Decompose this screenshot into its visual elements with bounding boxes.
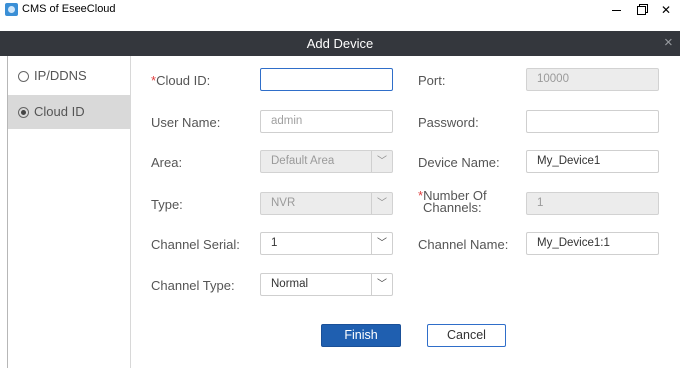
radio-ip-ddns[interactable]	[18, 71, 29, 82]
chevron-down-icon: ﹀	[371, 193, 392, 214]
channel-name-input[interactable]: My_Device1:1	[526, 232, 659, 255]
channel-serial-label: Channel Serial:	[151, 237, 240, 252]
dialog-header: Add Device ×	[0, 31, 680, 56]
channel-type-label: Channel Type:	[151, 278, 235, 293]
area-value: Default Area	[271, 155, 335, 167]
window-title: CMS of EseeCloud	[22, 3, 116, 15]
cloud-id-label: *Cloud ID:	[151, 73, 211, 88]
channel-name-label: Channel Name:	[418, 237, 509, 252]
cloud-id-input[interactable]	[260, 68, 393, 91]
port-input: 10000	[526, 68, 659, 91]
password-input[interactable]	[526, 110, 659, 133]
chevron-down-icon: ﹀	[371, 151, 392, 172]
channel-type-select[interactable]: Normal ﹀	[260, 273, 393, 296]
type-label: Type:	[151, 197, 183, 212]
password-label: Password:	[418, 115, 479, 130]
chevron-down-icon[interactable]: ﹀	[371, 233, 392, 254]
channel-type-value: Normal	[271, 278, 309, 290]
sidebar-item-label: IP/DDNS	[34, 68, 87, 83]
sidebar-item-ip-ddns[interactable]: IP/DDNS	[8, 59, 130, 93]
device-name-input[interactable]: My_Device1	[526, 150, 659, 173]
cancel-button[interactable]: Cancel	[427, 324, 506, 347]
restore-icon	[636, 6, 646, 16]
app-logo-icon	[5, 3, 18, 16]
window-titlebar: CMS of EseeCloud ✕	[0, 0, 680, 20]
area-label: Area:	[151, 155, 183, 170]
add-mode-sidebar: IP/DDNS Cloud ID	[8, 56, 131, 368]
finish-button[interactable]: Finish	[321, 324, 401, 347]
dialog-title: Add Device	[306, 36, 374, 51]
device-name-label: Device Name:	[418, 155, 500, 170]
radio-cloud-id[interactable]	[18, 107, 29, 118]
channel-serial-value: 1	[271, 237, 278, 249]
sidebar-item-cloud-id[interactable]: Cloud ID	[8, 95, 130, 129]
type-value: NVR	[271, 197, 296, 209]
channel-serial-select[interactable]: 1 ﹀	[260, 232, 393, 255]
dialog-close-icon[interactable]: ×	[664, 34, 673, 52]
port-label: Port:	[418, 73, 446, 88]
window-close-button[interactable]: ✕	[651, 0, 680, 20]
sidebar-item-label: Cloud ID	[34, 104, 85, 119]
window-close-icon: ✕	[660, 3, 672, 17]
number-of-channels-input: 1	[526, 192, 659, 215]
chevron-down-icon[interactable]: ﹀	[371, 274, 392, 295]
user-name-input[interactable]: admin	[260, 110, 393, 133]
area-select: Default Area ﹀	[260, 150, 393, 173]
type-select: NVR ﹀	[260, 192, 393, 215]
minimize-icon	[611, 10, 621, 12]
user-name-label: User Name:	[151, 115, 221, 130]
number-of-channels-label: *Number Of Channels:	[418, 188, 487, 215]
